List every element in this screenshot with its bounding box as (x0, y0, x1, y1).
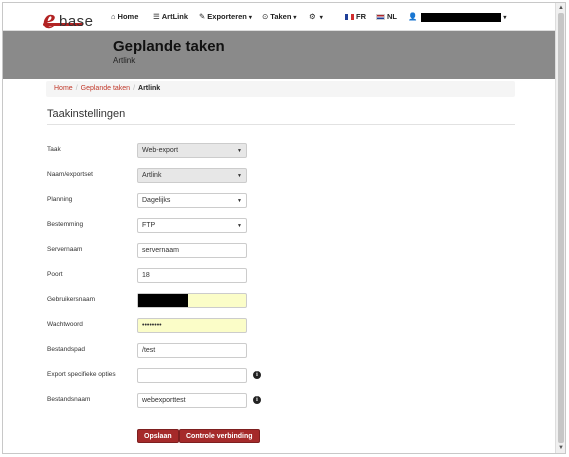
nav-home-label: Home (117, 12, 139, 21)
naam-value: Artlink (142, 172, 162, 179)
chevron-down-icon: ▼ (237, 198, 242, 204)
chevron-down-icon: ▾ (503, 15, 507, 21)
chevron-down-icon: ▾ (319, 15, 323, 21)
planning-label: Planning (47, 196, 73, 203)
nav-exporteren-label: Exporteren (207, 12, 247, 21)
lang-fr[interactable]: FR (345, 12, 366, 21)
form-row-taak: Taak Web-export ▼ (47, 143, 517, 159)
scroll-up-icon[interactable]: ▲ (558, 5, 564, 11)
username-redacted (421, 12, 502, 22)
vertical-scrollbar[interactable]: ▲ ▼ (555, 3, 565, 453)
servernaam-input[interactable]: servernaam (137, 243, 247, 258)
chevron-down-icon: ▼ (237, 148, 242, 154)
bestemming-value: FTP (142, 222, 156, 229)
servernaam-label: Servernaam (47, 246, 83, 253)
nav-exporteren[interactable]: ✎ Exporteren ▾ (199, 12, 252, 21)
nav-taken-label: Taken (270, 12, 292, 21)
scrollbar-thumb[interactable] (558, 13, 564, 443)
bestandsnaam-value: webexporttest (142, 397, 186, 404)
breadcrumb-separator: / (75, 85, 78, 92)
username-redacted (138, 294, 188, 307)
breadcrumb-home[interactable]: Home (54, 85, 73, 92)
breadcrumb-geplande-taken[interactable]: Geplande taken (81, 85, 130, 92)
naam-label: Naam/exportset (47, 171, 93, 178)
nav-home[interactable]: ⌂ Home (111, 12, 138, 21)
nav-taken[interactable]: ⊙ Taken ▾ (262, 12, 296, 21)
info-icon[interactable]: i (253, 396, 261, 404)
taak-value: Web-export (142, 147, 179, 154)
form-row-gebruikersnaam: Gebruikersnaam (47, 293, 517, 309)
nav-settings[interactable]: ⚙ ▾ (309, 12, 323, 21)
page-subtitle: Artlink (113, 56, 136, 65)
planning-select[interactable]: Dagelijks ▼ (137, 193, 247, 208)
lang-fr-label: FR (356, 12, 366, 21)
save-button[interactable]: Opslaan (137, 429, 179, 443)
poort-value: 18 (142, 272, 150, 279)
gebruikersnaam-label: Gebruikersnaam (47, 296, 96, 303)
user-icon: 👤 (408, 12, 418, 21)
flag-fr-icon (345, 14, 354, 21)
section-title: Taakinstellingen (47, 108, 126, 120)
gebruikersnaam-input[interactable] (137, 293, 247, 308)
bestemming-label: Bestemming (47, 221, 84, 228)
wachtwoord-input[interactable]: •••••••• (137, 318, 247, 333)
export-opties-input[interactable] (137, 368, 247, 383)
breadcrumb-current: Artlink (138, 85, 161, 92)
bestandsnaam-input[interactable]: webexporttest (137, 393, 247, 408)
form-row-naam: Naam/exportset Artlink ▼ (47, 168, 517, 184)
check-connection-button[interactable]: Controle verbinding (179, 429, 260, 443)
bestandsnaam-label: Bestandsnaam (47, 396, 91, 403)
chevron-down-icon: ▼ (237, 173, 242, 179)
info-icon[interactable]: i (253, 371, 261, 379)
section-divider (47, 124, 515, 125)
top-navbar: e base ⌂ Home ☰ ArtLink ✎ Exporteren ▾ ⊙ Take… (3, 3, 555, 35)
chevron-down-icon: ▾ (248, 15, 252, 21)
form-row-poort: Poort 18 (47, 268, 517, 284)
app-window: e base ⌂ Home ☰ ArtLink ✎ Exporteren ▾ ⊙ Take… (2, 2, 566, 454)
form-row-export-opties: Export specifieke opties i (47, 368, 517, 384)
page-header: Geplande taken Artlink (3, 31, 555, 79)
bestandspad-value: /test (142, 347, 156, 354)
logo-text: base (59, 13, 94, 30)
chevron-down-icon: ▼ (237, 223, 242, 229)
nav-artlink[interactable]: ☰ ArtLink (153, 12, 188, 21)
form-row-bestandspad: Bestandspad /test (47, 343, 517, 359)
ezbase-logo[interactable]: e base (43, 4, 107, 35)
form-row-bestandsnaam: Bestandsnaam webexporttest i (47, 393, 517, 409)
home-icon: ⌂ (111, 12, 116, 21)
flag-nl-icon (376, 14, 385, 21)
nav-user[interactable]: 👤 ▾ (408, 12, 506, 22)
poort-input[interactable]: 18 (137, 268, 247, 283)
naam-select[interactable]: Artlink ▼ (137, 168, 247, 183)
form-row-servernaam: Servernaam servernaam (47, 243, 517, 259)
lang-nl-label: NL (387, 12, 397, 21)
servernaam-value: servernaam (142, 247, 179, 254)
list-icon: ☰ (153, 12, 160, 21)
wachtwoord-label: Wachtwoord (47, 321, 83, 328)
form-row-wachtwoord: Wachtwoord •••••••• (47, 318, 517, 334)
breadcrumb: Home / Geplande taken / Artlink (46, 81, 515, 97)
clock-icon: ⊙ (262, 12, 269, 21)
taak-select[interactable]: Web-export ▼ (137, 143, 247, 158)
bestandspad-label: Bestandspad (47, 346, 85, 353)
form-row-planning: Planning Dagelijks ▼ (47, 193, 517, 209)
scroll-down-icon[interactable]: ▼ (558, 445, 564, 451)
export-opties-label: Export specifieke opties (47, 371, 116, 378)
chevron-down-icon: ▾ (293, 15, 297, 21)
wachtwoord-value: •••••••• (142, 322, 162, 329)
bestemming-select[interactable]: FTP ▼ (137, 218, 247, 233)
page-title: Geplande taken (113, 38, 225, 55)
taak-label: Taak (47, 146, 61, 153)
poort-label: Poort (47, 271, 63, 278)
planning-value: Dagelijks (142, 197, 171, 204)
edit-icon: ✎ (199, 12, 206, 21)
bestandspad-input[interactable]: /test (137, 343, 247, 358)
form-row-bestemming: Bestemming FTP ▼ (47, 218, 517, 234)
breadcrumb-separator: / (133, 85, 136, 92)
lang-nl[interactable]: NL (376, 12, 397, 21)
gear-icon: ⚙ (309, 12, 316, 21)
nav-artlink-label: ArtLink (161, 12, 188, 21)
